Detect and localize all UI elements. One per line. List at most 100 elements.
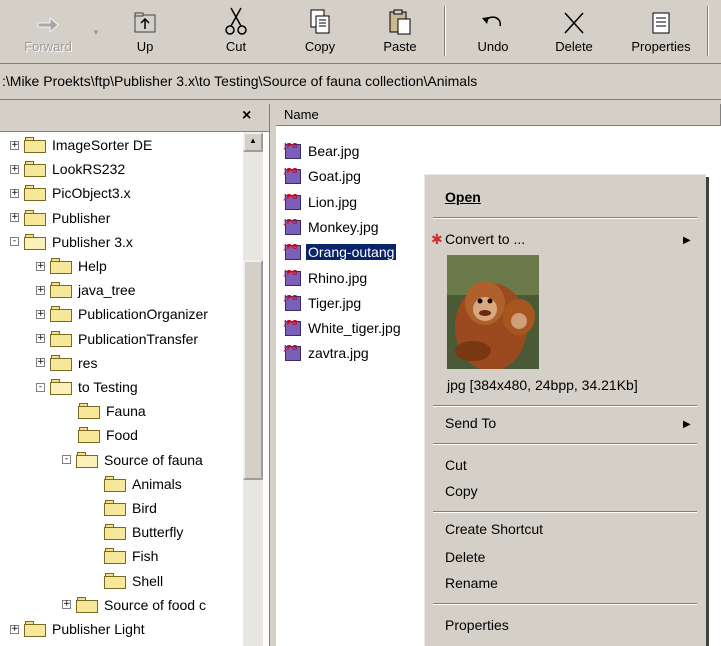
menu-item-convert-to[interactable]: ✱ Convert to ... bbox=[431, 231, 525, 247]
tree-scrollbar[interactable]: ▲ bbox=[243, 132, 263, 646]
expand-icon[interactable]: + bbox=[36, 261, 45, 271]
tree-item[interactable]: Animals bbox=[88, 473, 183, 495]
folder-icon bbox=[78, 403, 100, 420]
folder-icon bbox=[78, 427, 100, 444]
expand-icon[interactable]: + bbox=[36, 285, 45, 295]
scroll-thumb[interactable] bbox=[243, 260, 263, 480]
menu-item-open[interactable]: Open bbox=[445, 189, 481, 205]
tree-item[interactable]: + LookRS232 bbox=[10, 158, 126, 180]
tree-item-label: Publisher 3.x bbox=[52, 233, 133, 250]
jpg-file-icon: JPG bbox=[284, 218, 304, 236]
jpg-file-icon: JPG bbox=[284, 167, 304, 185]
folder-icon bbox=[24, 209, 46, 226]
delete-label: Delete bbox=[555, 39, 593, 54]
paste-label: Paste bbox=[383, 39, 417, 54]
file-list-item[interactable]: JPG Tiger.jpg bbox=[284, 292, 363, 314]
menu-delete-label: Delete bbox=[445, 549, 486, 565]
undo-label: Undo bbox=[477, 39, 509, 54]
tree-item[interactable]: + PublicationTransfer bbox=[36, 328, 199, 350]
tree-item[interactable]: + Help bbox=[36, 255, 108, 277]
menu-item-send-to[interactable]: Send To bbox=[445, 415, 496, 431]
tree-item-label: java_tree bbox=[78, 282, 136, 299]
tree-item[interactable]: + java_tree bbox=[36, 279, 137, 301]
tree-item[interactable]: Butterfly bbox=[88, 521, 184, 543]
menu-item-copy[interactable]: Copy bbox=[445, 483, 478, 499]
undo-button[interactable]: Undo bbox=[466, 2, 520, 60]
folder-icon bbox=[76, 451, 98, 468]
menu-item-cut[interactable]: Cut bbox=[445, 457, 467, 473]
tree-item[interactable]: + Publisher bbox=[10, 207, 111, 229]
close-icon[interactable]: × bbox=[242, 107, 251, 125]
file-list-item[interactable]: JPG Bear.jpg bbox=[284, 140, 361, 162]
file-list-item[interactable]: JPG zavtra.jpg bbox=[284, 342, 371, 364]
delete-button[interactable]: Delete bbox=[546, 2, 602, 60]
folder-icon bbox=[104, 500, 126, 516]
tree-item[interactable]: + ImageSorter DE bbox=[10, 134, 153, 156]
scroll-up-arrow-icon[interactable]: ▲ bbox=[243, 132, 263, 152]
file-list-item[interactable]: JPG Orang-outang bbox=[284, 241, 398, 263]
file-list-item[interactable]: JPG Monkey.jpg bbox=[284, 216, 381, 238]
expand-icon[interactable]: + bbox=[10, 213, 19, 223]
tree-item[interactable]: + PicObject3.x bbox=[10, 182, 132, 204]
orangutan-thumbnail-icon bbox=[447, 255, 539, 369]
expand-icon[interactable]: + bbox=[10, 188, 19, 198]
column-header-name[interactable]: Name bbox=[276, 104, 721, 126]
file-list-item[interactable]: JPG Lion.jpg bbox=[284, 191, 359, 213]
file-name-label: White_tiger.jpg bbox=[308, 320, 401, 337]
forward-button[interactable]: Forward bbox=[16, 2, 80, 60]
submenu-arrow-icon: ▶ bbox=[683, 419, 691, 430]
menu-item-rename[interactable]: Rename bbox=[445, 575, 498, 591]
properties-button[interactable]: Properties bbox=[622, 2, 700, 60]
submenu-arrow-icon: ▶ bbox=[683, 235, 691, 246]
tree-item[interactable]: - Source of fauna bbox=[62, 449, 204, 471]
scissors-icon bbox=[225, 7, 247, 35]
file-name-label: Tiger.jpg bbox=[308, 294, 362, 311]
forward-arrow-icon bbox=[37, 17, 59, 33]
menu-item-properties[interactable]: Properties bbox=[445, 617, 509, 633]
expand-icon[interactable]: + bbox=[10, 140, 19, 150]
tree-item-label: LookRS232 bbox=[52, 161, 126, 178]
menu-item-delete[interactable]: Delete bbox=[445, 549, 485, 565]
cut-button[interactable]: Cut bbox=[210, 2, 262, 60]
tree-item[interactable]: Shell bbox=[88, 570, 164, 592]
up-button[interactable]: Up bbox=[120, 2, 170, 60]
tree-item[interactable]: - to Testing bbox=[36, 376, 139, 398]
tree-item[interactable]: Fauna bbox=[62, 400, 147, 422]
expand-icon[interactable]: + bbox=[36, 309, 45, 319]
tree-item[interactable]: + res bbox=[36, 352, 98, 374]
collapse-icon[interactable]: - bbox=[36, 382, 45, 392]
tree-item[interactable]: Food bbox=[62, 424, 139, 446]
file-list-item[interactable]: JPG Goat.jpg bbox=[284, 165, 363, 187]
tree-item[interactable]: + Publisher Light bbox=[10, 618, 146, 640]
tree-item[interactable]: + Source of food c bbox=[62, 594, 207, 616]
file-list-item[interactable]: JPG Rhino.jpg bbox=[284, 267, 369, 289]
expand-icon[interactable]: + bbox=[62, 600, 71, 610]
expand-icon[interactable]: + bbox=[36, 358, 45, 368]
file-list-item[interactable]: JPG White_tiger.jpg bbox=[284, 317, 403, 339]
image-info: jpg [384x480, 24bpp, 34.21Kb] bbox=[447, 377, 638, 393]
folder-icon bbox=[76, 596, 98, 613]
collapse-icon[interactable]: - bbox=[62, 455, 71, 465]
up-label: Up bbox=[136, 39, 154, 54]
tree-item[interactable]: Fish bbox=[88, 545, 159, 567]
menu-copy-label: Copy bbox=[445, 483, 478, 499]
tree-item[interactable]: - Publisher 3.x bbox=[10, 231, 134, 253]
tree-item-label: Source of fauna bbox=[104, 451, 203, 468]
expand-icon[interactable]: + bbox=[36, 334, 45, 344]
file-name-label: Bear.jpg bbox=[308, 143, 360, 159]
expand-icon[interactable]: + bbox=[10, 164, 19, 174]
menu-cut-label: Cut bbox=[445, 457, 467, 473]
menu-item-create-shortcut[interactable]: Create Shortcut bbox=[445, 521, 543, 537]
address-path[interactable]: :\Mike Proekts\ftp\Publisher 3.x\to Test… bbox=[2, 73, 477, 89]
expand-icon[interactable]: + bbox=[10, 624, 19, 634]
tree-item-label: PublicationTransfer bbox=[78, 330, 199, 347]
tree-item[interactable]: Bird bbox=[88, 497, 158, 519]
copy-button[interactable]: Copy bbox=[292, 2, 348, 60]
tree-item[interactable]: + PublicationOrganizer bbox=[36, 303, 209, 325]
paste-button[interactable]: Paste bbox=[372, 2, 428, 60]
chevron-down-icon[interactable]: ▼ bbox=[92, 28, 100, 37]
collapse-icon[interactable]: - bbox=[10, 237, 19, 247]
cut-label: Cut bbox=[225, 39, 247, 54]
address-bar[interactable]: :\Mike Proekts\ftp\Publisher 3.x\to Test… bbox=[0, 64, 721, 100]
tree-item-label: Shell bbox=[132, 572, 164, 589]
